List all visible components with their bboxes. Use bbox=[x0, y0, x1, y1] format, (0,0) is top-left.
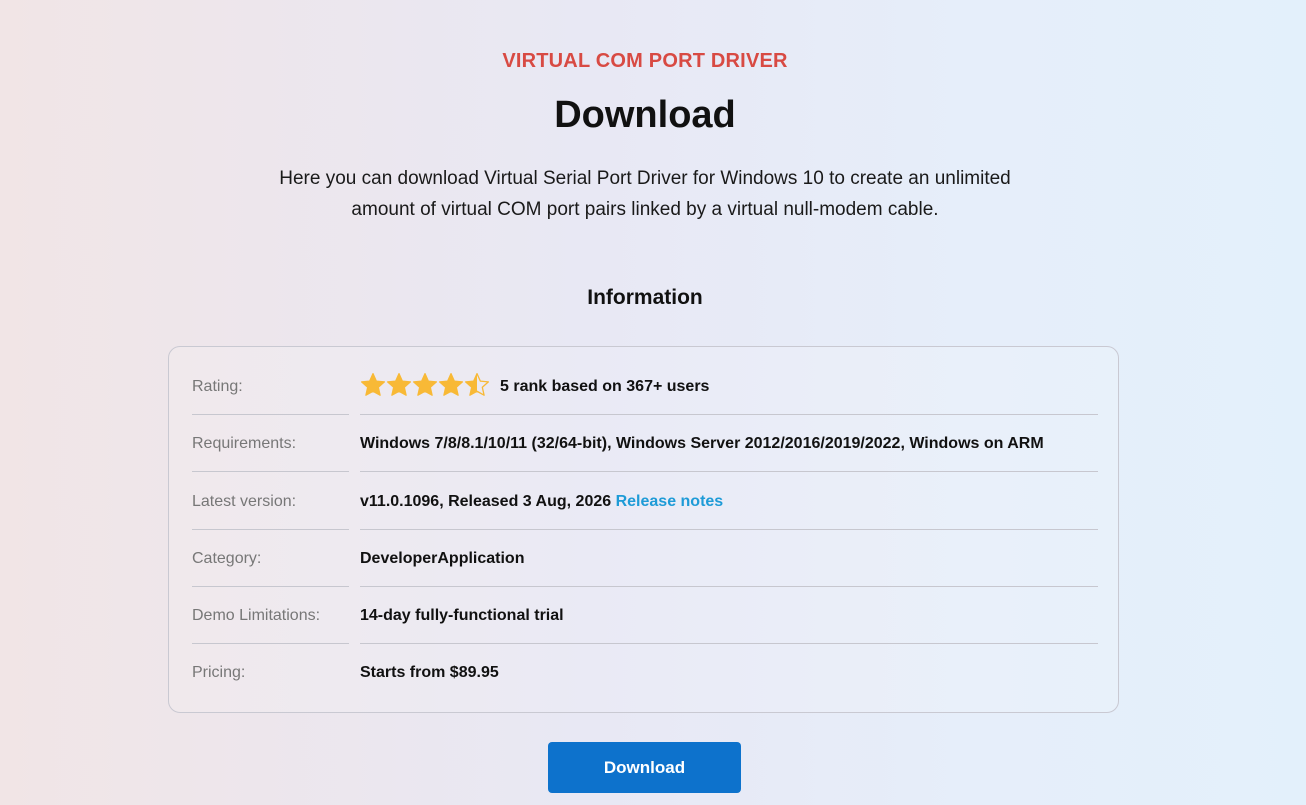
star-full-icon bbox=[386, 373, 412, 396]
information-card: Rating: 5 rank based on 367+ users Requi… bbox=[168, 346, 1119, 713]
info-row-demo-limitations: Demo Limitations: 14-day fully-functiona… bbox=[192, 587, 1098, 644]
category-value: DeveloperApplication bbox=[360, 550, 525, 567]
row-divider bbox=[360, 471, 1098, 472]
demo-limitations-value: 14-day fully-functional trial bbox=[360, 607, 564, 624]
pricing-value: Starts from $89.95 bbox=[360, 664, 499, 681]
category-label: Category: bbox=[192, 550, 262, 567]
page-title: Download bbox=[554, 94, 736, 136]
information-heading: Information bbox=[587, 286, 703, 309]
release-notes-link[interactable]: Release notes bbox=[616, 493, 724, 510]
latest-version-value: v11.0.1096, Released 3 Aug, 2026 Release… bbox=[360, 473, 1098, 530]
info-row-latest-version: Latest version: v11.0.1096, Released 3 A… bbox=[192, 473, 1098, 530]
latest-version-label: Latest version: bbox=[192, 493, 297, 510]
demo-limitations-label: Demo Limitations: bbox=[192, 607, 321, 624]
star-half-icon bbox=[464, 373, 490, 396]
star-full-icon bbox=[412, 373, 438, 396]
requirements-value: Windows 7/8/8.1/10/11 (32/64-bit), Windo… bbox=[360, 435, 1044, 452]
rating-stars bbox=[360, 356, 490, 413]
requirements-label: Requirements: bbox=[192, 435, 297, 452]
info-row-rating: Rating: 5 rank based on 367+ users bbox=[192, 358, 1098, 415]
rating-text: 5 rank based on 367+ users bbox=[500, 378, 710, 395]
rating-value: 5 rank based on 367+ users bbox=[360, 358, 1098, 415]
info-row-pricing: Pricing: Starts from $89.95 bbox=[192, 644, 1098, 701]
star-full-icon bbox=[438, 373, 464, 396]
info-row-category: Category: DeveloperApplication bbox=[192, 530, 1098, 587]
download-page: VIRTUAL COM PORT DRIVER Download Here yo… bbox=[0, 0, 1306, 805]
rating-label: Rating: bbox=[192, 378, 243, 395]
row-divider bbox=[192, 471, 349, 472]
download-button[interactable]: Download bbox=[548, 742, 741, 793]
page-description: Here you can download Virtual Serial Por… bbox=[279, 168, 1011, 220]
star-full-icon bbox=[360, 373, 386, 396]
latest-version-text: v11.0.1096, Released 3 Aug, 2026 bbox=[360, 493, 612, 510]
info-row-requirements: Requirements: Windows 7/8/8.1/10/11 (32/… bbox=[192, 415, 1098, 472]
pricing-label: Pricing: bbox=[192, 664, 246, 681]
product-eyebrow: VIRTUAL COM PORT DRIVER bbox=[502, 50, 788, 72]
